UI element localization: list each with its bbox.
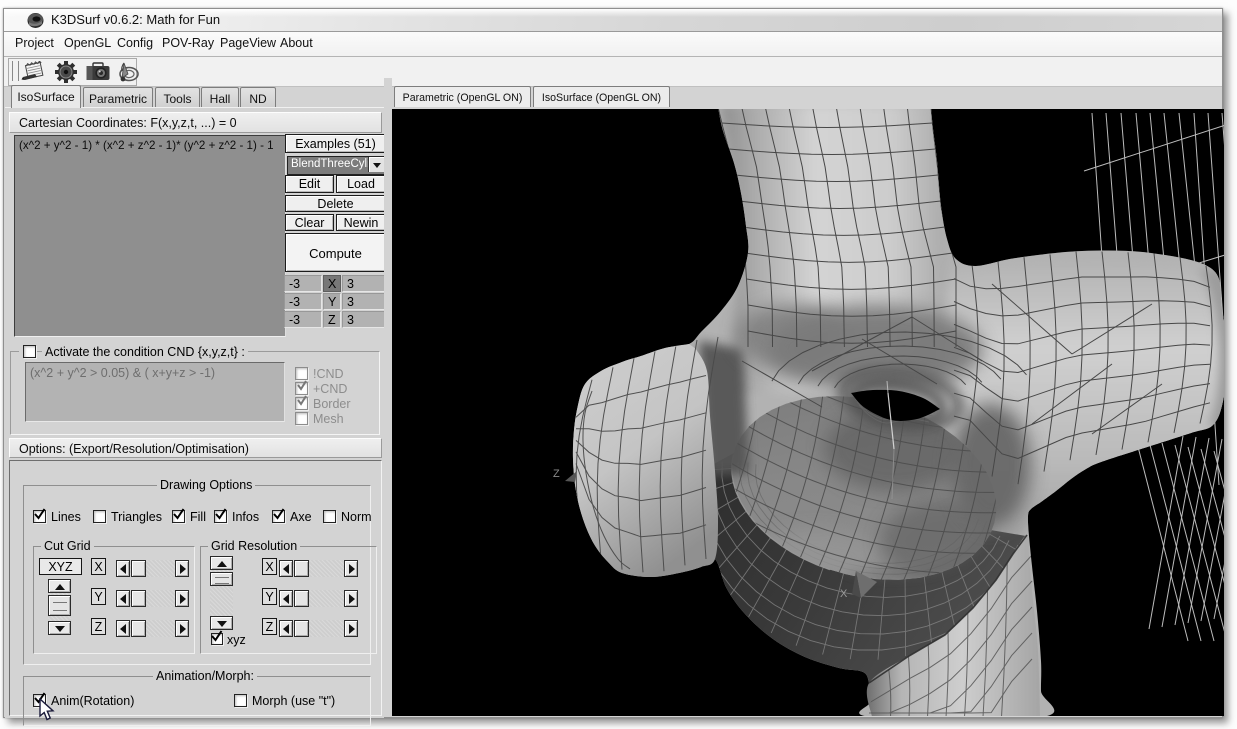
svg-text:X: X bbox=[840, 588, 848, 600]
svg-text:Z: Z bbox=[553, 468, 560, 480]
